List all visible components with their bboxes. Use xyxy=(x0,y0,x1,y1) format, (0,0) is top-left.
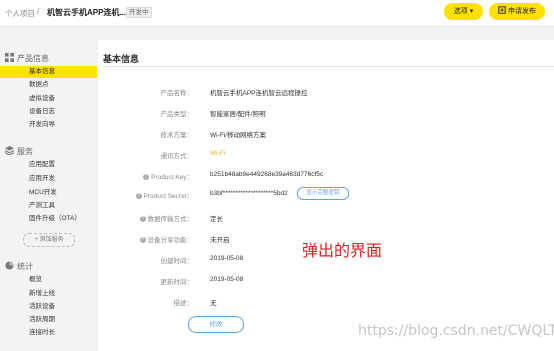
field-label-device-share-text: 设备分享功能： xyxy=(147,237,194,244)
grid-icon xyxy=(5,53,14,62)
field-label-product-key: ? Product Key： xyxy=(98,171,193,181)
field-label-device-share: ? 设备分享功能： xyxy=(98,234,193,244)
status-badge: 开发中 xyxy=(126,7,152,18)
sidebar-item-dev-guide[interactable]: 开发向导 xyxy=(0,119,97,131)
publish-icon xyxy=(498,6,506,14)
help-icon[interactable]: ? xyxy=(135,193,142,200)
help-icon[interactable]: ? xyxy=(139,237,146,244)
publish-button[interactable]: 申请发布 xyxy=(489,3,545,20)
title-divider xyxy=(103,66,554,67)
stack-icon xyxy=(5,146,14,155)
field-value-device-share: 未开启 xyxy=(210,237,230,244)
sidebar: 产品信息 基本信息 数据点 虚拟设备 设备日志 开发向导 服务 应用配置 应用开… xyxy=(0,40,98,351)
sidebar-item-device-log[interactable]: 设备日志 xyxy=(0,106,97,118)
sidebar-item-ota[interactable]: 固件升级（OTA） xyxy=(0,213,97,225)
field-label-created: 创建时间： xyxy=(160,258,194,265)
watermark: https://blog.csdn.net/CWQLTYH xyxy=(358,323,554,339)
sidebar-item-active-devices[interactable]: 活跃设备 xyxy=(0,301,97,313)
field-label-data-transfer: ? 数据传输方式： xyxy=(98,213,193,223)
options-button[interactable]: 选项 ▾ xyxy=(444,3,483,20)
breadcrumb-separator: / xyxy=(37,7,40,16)
edit-button[interactable]: 修改 xyxy=(188,316,244,333)
sidebar-item-mcu-dev[interactable]: MCU开发 xyxy=(0,187,97,199)
sidebar-item-datapoints[interactable]: 数据点 xyxy=(0,79,97,91)
field-value-tech-solution: Wi-Fi/移动网络方案 xyxy=(210,132,266,139)
field-value-created: 2019-05-08 xyxy=(210,255,244,262)
field-value-product-key: b251b48ab9e449268e39a463d776cf5c xyxy=(210,171,324,178)
field-label-product-secret-text: Product Secret： xyxy=(143,193,194,200)
sidebar-item-app-config[interactable]: 应用配置 xyxy=(0,159,97,171)
field-value-comm-method: Wi-Fi xyxy=(210,150,226,157)
pie-chart-icon xyxy=(5,261,14,270)
field-label-data-transfer-text: 数据传输方式： xyxy=(147,216,194,223)
sidebar-item-connect-duration[interactable]: 连接时长 xyxy=(0,327,97,339)
field-label-updated: 更新时间： xyxy=(160,279,194,286)
section-title-product-info: 产品信息 xyxy=(17,54,49,63)
show-secret-button[interactable]: 显示完整密钥 xyxy=(297,187,349,200)
field-label-comm-method: 通讯方式： xyxy=(160,153,194,160)
sidebar-item-basic-info[interactable]: 基本信息 xyxy=(0,66,97,78)
field-value-updated: 2019-05-08 xyxy=(210,276,244,283)
sidebar-item-app-dev[interactable]: 应用开发 xyxy=(0,173,97,185)
section-title-services: 服务 xyxy=(17,147,33,156)
sidebar-item-virtual-device[interactable]: 虚拟设备 xyxy=(0,93,97,105)
sidebar-item-test-tools[interactable]: 产测工具 xyxy=(0,200,97,212)
field-label-tech-solution: 技术方案： xyxy=(160,132,194,139)
field-value-data-transfer: 定长 xyxy=(210,216,223,223)
page-title: 基本信息 xyxy=(103,54,140,64)
add-service-button[interactable]: + 添加服务 xyxy=(23,233,75,247)
field-label-product-name: 产品名称： xyxy=(160,90,194,97)
field-label-product-key-text: Product Key： xyxy=(151,174,193,181)
field-label-product-secret: ? Product Secret： xyxy=(98,190,193,200)
field-value-product-secret: b3bf********************5bd2 xyxy=(210,190,288,197)
project-name: 机智云手机APP连机... xyxy=(47,8,127,17)
field-label-description: 描述： xyxy=(173,300,194,307)
main-panel: 基本信息 产品名称： 机智云手机APP连机智云远程操控 产品类型： 智能家居/配… xyxy=(98,40,554,351)
field-label-product-type: 产品类型： xyxy=(160,111,194,118)
publish-button-label: 申请发布 xyxy=(508,8,536,15)
annotation-text: 弹出的界面 xyxy=(302,241,383,260)
field-value-description: 无 xyxy=(210,300,217,307)
sidebar-item-new-online[interactable]: 新增上线 xyxy=(0,288,97,300)
field-value-product-name: 机智云手机APP连机智云远程操控 xyxy=(210,90,308,97)
top-bar: 个人项目 / 机智云手机APP连机... 开发中 选项 ▾ 申请发布 xyxy=(0,0,554,27)
sidebar-item-overview[interactable]: 概览 xyxy=(0,274,97,286)
field-value-product-type: 智能家居/配件/照明 xyxy=(210,111,266,118)
breadcrumb-personal-projects[interactable]: 个人项目 xyxy=(5,8,35,19)
help-icon[interactable]: ? xyxy=(139,216,146,223)
help-icon[interactable]: ? xyxy=(143,174,150,181)
section-title-statistics: 统计 xyxy=(17,262,33,271)
sidebar-item-active-period[interactable]: 活跃周期 xyxy=(0,314,97,326)
